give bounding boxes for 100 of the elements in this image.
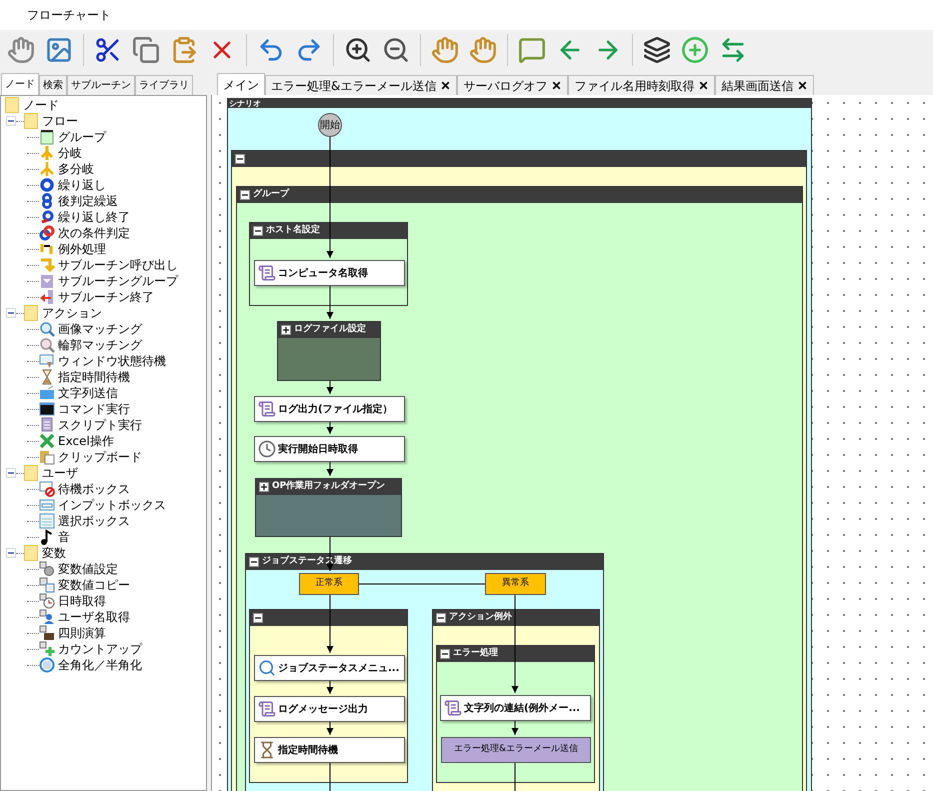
close-icon[interactable] — [797, 80, 808, 91]
tree-item[interactable]: フロー — [42, 113, 78, 129]
x-icon — [39, 433, 55, 449]
tree-item[interactable]: サブルーチン呼び出し — [58, 257, 178, 273]
loop-icon — [39, 209, 55, 225]
tree-item[interactable]: 音 — [58, 529, 70, 545]
branch-node[interactable]: 正常系 — [299, 573, 359, 595]
connector-arrow — [326, 722, 334, 736]
action-node[interactable]: 文字列の連結(例外メー... — [440, 695, 591, 721]
tree-item[interactable]: グループ — [58, 129, 106, 145]
editor-tab[interactable]: サーバログオフ — [457, 75, 568, 95]
tree-item[interactable]: スクリプト実行 — [58, 417, 142, 433]
panel-tab[interactable]: 検索 — [39, 75, 67, 95]
tree-item[interactable]: 多分岐 — [58, 161, 94, 177]
group-block[interactable]: ジョブステータスメニュ... ログメッセージ出力 指定時間待機 — [249, 609, 408, 783]
action-node[interactable]: 指定時間待機 — [254, 737, 405, 763]
close-icon[interactable] — [440, 80, 452, 91]
tree-item[interactable]: 繰り返し終了 — [58, 209, 130, 225]
tree-item[interactable]: 変数 — [42, 545, 66, 561]
collapse-icon[interactable] — [235, 154, 245, 164]
connector-arrow — [326, 286, 334, 320]
tree-item[interactable]: 輪郭マッチング — [58, 337, 142, 353]
tree-item[interactable]: ウィンドウ状態待機 — [58, 353, 166, 369]
tree-item[interactable]: カウントアップ — [58, 641, 142, 657]
tree-item[interactable]: ノード — [23, 97, 59, 113]
tree-item[interactable]: 変数値設定 — [58, 561, 118, 577]
fork-icon — [39, 161, 55, 177]
action-node[interactable]: ログ出力(ファイル指定） — [254, 396, 405, 422]
tree-item[interactable]: インプットボックス — [58, 497, 166, 513]
tree-item[interactable]: ユーザ — [42, 465, 78, 481]
expand-icon[interactable] — [281, 325, 291, 335]
group-block[interactable]: ホスト名設定 コンピュータ名取得 — [249, 222, 408, 306]
collapse-icon[interactable] — [440, 649, 450, 659]
panel-tab[interactable]: ノード — [1, 73, 39, 95]
connector-arrow — [326, 380, 334, 394]
collapse-icon[interactable] — [240, 190, 250, 200]
tree-item[interactable]: 全角化／半角化 — [58, 657, 142, 673]
block-title: ログファイル設定 — [294, 323, 366, 336]
hourglass-icon — [258, 741, 276, 759]
tree-item[interactable]: 繰り返し — [58, 177, 106, 193]
action-node[interactable]: 実行開始日時取得 — [254, 436, 405, 462]
start-node[interactable]: 開始 — [318, 113, 342, 137]
collapse-icon[interactable] — [253, 613, 263, 623]
collapsed-block[interactable]: OP作業用フォルダオープン — [255, 478, 402, 537]
tree-item[interactable]: Excel操作 — [58, 433, 114, 449]
tree-item[interactable]: 文字列送信 — [58, 385, 118, 401]
tree-item[interactable]: 四則演算 — [58, 625, 106, 641]
panel-tab[interactable]: サブルーチン — [67, 75, 135, 95]
action-node[interactable]: コンピュータ名取得 — [254, 260, 405, 286]
panel-tab[interactable]: ライブラリ — [135, 75, 193, 95]
tree-item[interactable]: 後判定繰返 — [58, 193, 118, 209]
tree-item[interactable]: 選択ボックス — [58, 513, 130, 529]
branch-node[interactable]: 異常系 — [485, 573, 546, 595]
fork-icon — [39, 145, 55, 161]
input-window-icon — [39, 497, 55, 513]
editor-tab[interactable]: メイン — [217, 73, 265, 95]
script-icon — [258, 700, 276, 718]
editor-tab[interactable]: エラー処理&エラーメール送信 — [265, 75, 458, 95]
tree-item[interactable]: 次の条件判定 — [58, 225, 130, 241]
group-block[interactable]: アクション例外 エラー処理 文字列の連結(例外メー... エラー処理&エラーメール送信 — [432, 609, 600, 791]
collapsed-block[interactable]: ログファイル設定 — [277, 321, 381, 381]
collapse-icon[interactable] — [249, 557, 259, 567]
action-node[interactable]: ジョブステータスメニュ... — [254, 655, 405, 681]
action-node[interactable]: ログメッセージ出力 — [254, 696, 405, 722]
connector-line — [514, 762, 516, 791]
user-icon — [39, 609, 55, 625]
tree-item[interactable]: サブルーチン終了 — [58, 289, 154, 305]
tab-label: メイン — [223, 76, 259, 94]
script-icon — [258, 400, 276, 418]
tree-item[interactable]: 指定時間待機 — [58, 369, 130, 385]
collapse-icon[interactable] — [436, 613, 446, 623]
tree-item[interactable]: 例外処理 — [58, 241, 106, 257]
clipboard-icon — [39, 449, 55, 465]
arrow-icon — [39, 289, 55, 305]
tree-item[interactable]: クリップボード — [58, 449, 142, 465]
magnifier-icon — [39, 321, 55, 337]
editor-tab[interactable]: 結果画面送信 — [715, 75, 814, 95]
expand-icon[interactable] — [259, 482, 269, 492]
tree-item[interactable]: サブルーチングループ — [58, 273, 178, 289]
script-icon — [39, 417, 55, 433]
close-icon[interactable] — [551, 80, 562, 91]
loop-icon — [39, 193, 55, 209]
connector-arrow — [326, 536, 334, 572]
tree-item[interactable]: コマンド実行 — [58, 401, 130, 417]
connector-arrow — [326, 680, 334, 694]
tree-item[interactable]: 待機ボックス — [58, 481, 130, 497]
tree-item[interactable]: 分岐 — [58, 145, 82, 161]
subroutine-icon — [39, 257, 55, 273]
tree-item[interactable]: 変数値コピー — [58, 577, 130, 593]
connector-arrow — [326, 462, 334, 476]
tree-item[interactable]: 画像マッチング — [58, 321, 142, 337]
group-icon — [39, 129, 55, 145]
close-icon[interactable] — [698, 80, 710, 91]
collapse-icon[interactable] — [253, 226, 263, 236]
group-block[interactable]: エラー処理 文字列の連結(例外メー... エラー処理&エラーメール送信 — [436, 645, 595, 783]
tree-item[interactable]: ユーザ名取得 — [58, 609, 130, 625]
subroutine-node[interactable]: エラー処理&エラーメール送信 — [441, 737, 591, 763]
editor-tab[interactable]: ファイル名用時刻取得 — [568, 75, 716, 95]
tree-item[interactable]: アクション — [42, 305, 102, 321]
tree-item[interactable]: 日時取得 — [58, 593, 106, 609]
